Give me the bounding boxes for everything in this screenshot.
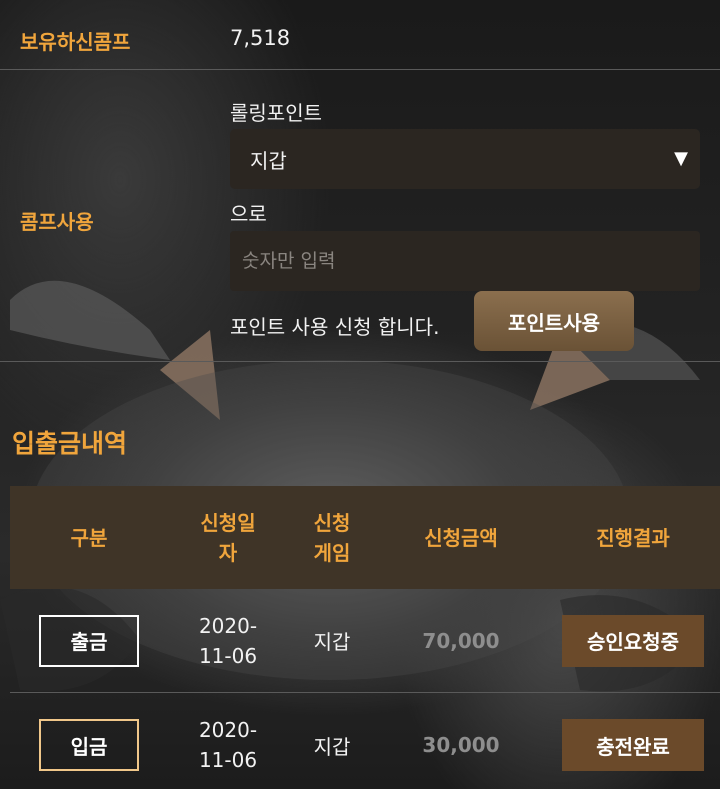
row-game: 지갑: [313, 630, 351, 654]
row-amount: 70,000: [422, 628, 500, 653]
type-badge: 입금: [39, 719, 139, 771]
row-date: 2020- 11-06: [198, 718, 258, 772]
to-label: 으로: [230, 202, 267, 226]
comp-balance-label: 보유하신콤프: [20, 30, 131, 54]
row-date: 2020- 11-06: [198, 613, 258, 668]
column-header-status: 진행결과: [596, 525, 670, 550]
row-game: 지갑: [313, 734, 351, 759]
column-header-amount: 신청금액: [424, 525, 498, 550]
column-header-date: 신청일 자: [200, 510, 256, 565]
rolling-point-label: 롤링포인트: [230, 101, 322, 125]
table-header: 구분 신청일 자 신청 게임 신청금액 진행결과: [10, 486, 720, 589]
status-badge[interactable]: 충전완료: [562, 719, 704, 771]
table-row: 출금 2020- 11-06 지갑 70,000 승인요청중: [10, 589, 720, 693]
status-badge[interactable]: 승인요청중: [562, 614, 704, 667]
history-title: 입출금내역: [12, 429, 128, 458]
point-amount-input[interactable]: [230, 231, 700, 291]
table-row: 입금 2020- 11-06 지갑 30,000 충전완료: [10, 693, 720, 789]
comp-use-row: 콤프사용 롤링포인트 지갑 ▼ 으로 포인트 사용 신청 합니다. 포인트사용: [0, 71, 720, 362]
type-badge: 출금: [39, 614, 139, 667]
comp-use-label: 콤프사용: [20, 210, 94, 234]
column-header-type: 구분: [70, 525, 108, 550]
comp-balance-row: 보유하신콤프 7,518: [0, 0, 720, 70]
wallet-select[interactable]: 지갑 ▼: [230, 129, 700, 189]
chevron-down-icon: ▼: [674, 148, 688, 169]
row-amount: 30,000: [422, 733, 500, 757]
wallet-select-value: 지갑: [250, 148, 287, 173]
comp-balance-value: 7,518: [230, 26, 291, 50]
column-header-game: 신청 게임: [313, 510, 351, 565]
history-table: 구분 신청일 자 신청 게임 신청금액 진행결과 출금 2020- 11-06 …: [10, 486, 720, 789]
apply-text: 포인트 사용 신청 합니다.: [230, 315, 440, 339]
use-point-button[interactable]: 포인트사용: [474, 291, 634, 351]
